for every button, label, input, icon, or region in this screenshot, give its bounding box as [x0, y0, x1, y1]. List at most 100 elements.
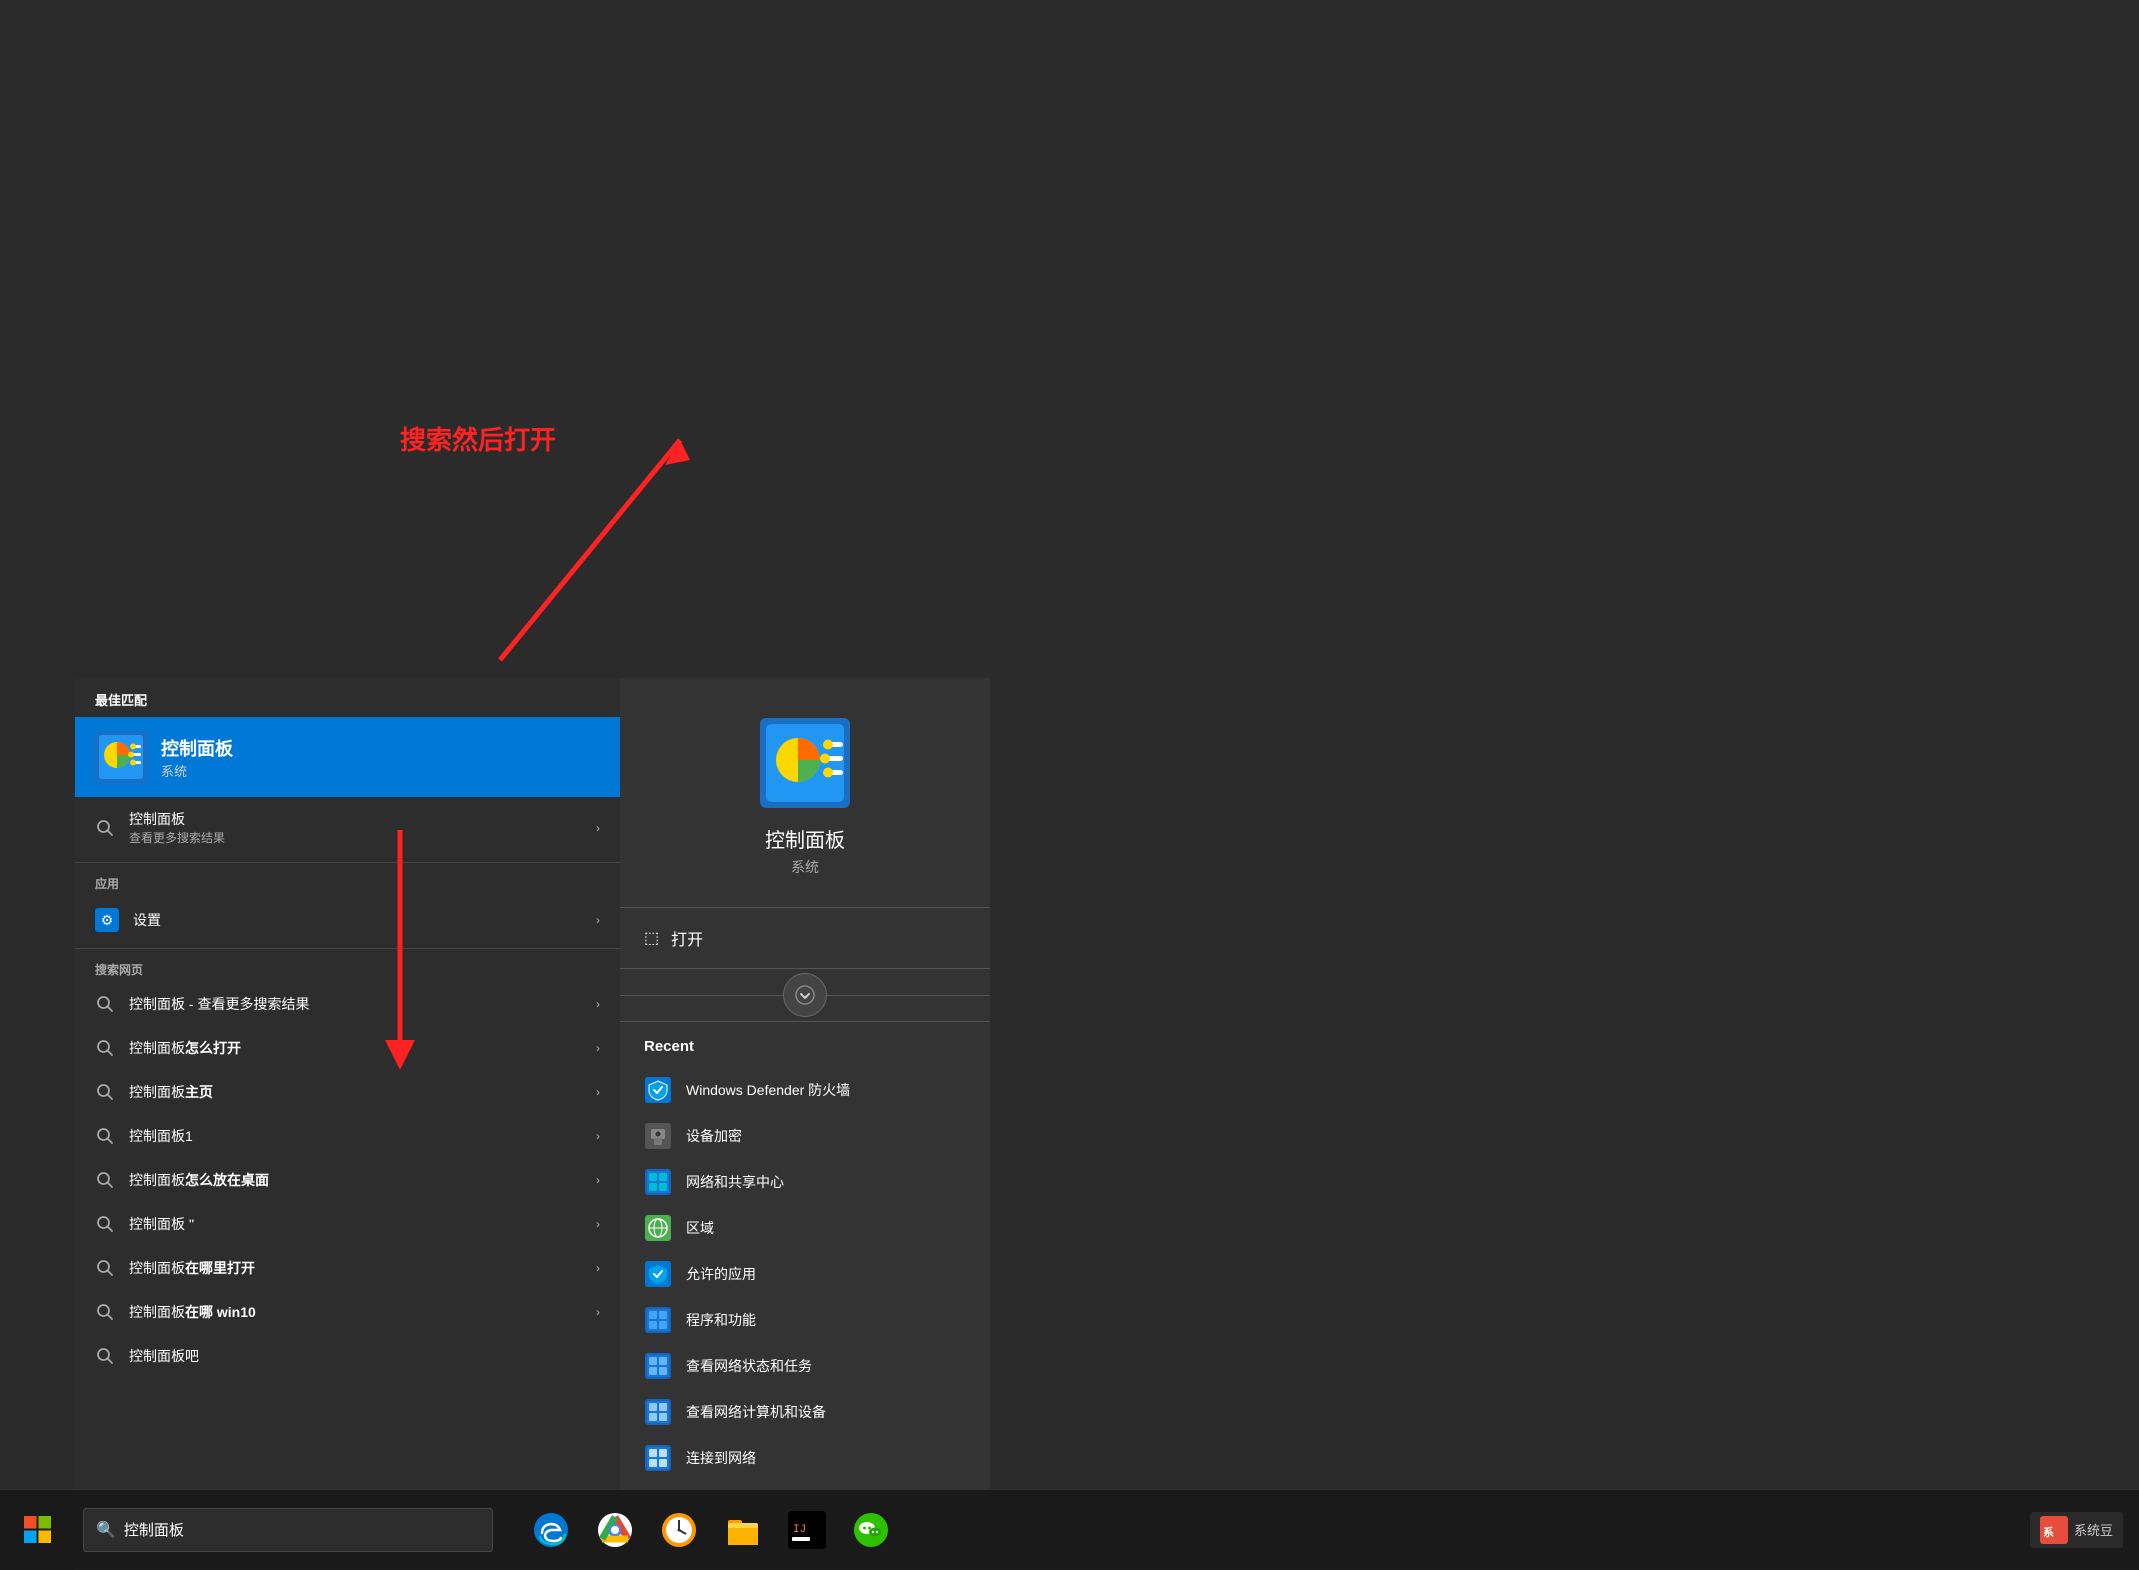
recent-item-8[interactable]: 连接到网络: [644, 1435, 966, 1481]
taskbar-ide[interactable]: IJ: [779, 1502, 835, 1558]
web-search-item-7[interactable]: 控制面板在哪 win10 ›: [75, 1290, 620, 1334]
logo-icon: 系: [2040, 1516, 2068, 1544]
system-tray: 系 系统豆: [2030, 1512, 2139, 1548]
tray-text: 系统豆: [2074, 1520, 2113, 1539]
start-button[interactable]: [0, 1490, 75, 1570]
search-icon: [95, 1258, 115, 1278]
recent-item-label: 允许的应用: [686, 1264, 756, 1284]
taskbar-chrome[interactable]: [587, 1502, 643, 1558]
chevron-right-icon: ›: [596, 821, 600, 835]
web-search-item-2[interactable]: 控制面板主页 ›: [75, 1070, 620, 1114]
divider2: [75, 948, 620, 949]
recent-item-3[interactable]: 区域: [644, 1205, 966, 1251]
app-preview: 控制面板 系统: [620, 678, 990, 907]
settings-row[interactable]: ⚙ 设置 ›: [75, 896, 620, 944]
folder-icon: [724, 1511, 762, 1549]
chevron-right-icon: ›: [596, 913, 600, 927]
clock-icon: [660, 1511, 698, 1549]
recent-item-4[interactable]: 允许的应用: [644, 1251, 966, 1297]
allow-apps-icon: [644, 1260, 672, 1288]
recent-item-2[interactable]: 网络和共享中心: [644, 1159, 966, 1205]
taskbar-edge[interactable]: [523, 1502, 579, 1558]
chevron-right-icon: ›: [596, 1305, 600, 1319]
web-search-item-5[interactable]: 控制面板 '' ›: [75, 1202, 620, 1246]
defender-icon: [644, 1076, 672, 1104]
taskbar-file-explorer[interactable]: [715, 1502, 771, 1558]
windows-logo-icon: [24, 1516, 52, 1544]
chevron-right-icon: ›: [596, 1261, 600, 1275]
recent-item-6[interactable]: 查看网络状态和任务: [644, 1343, 966, 1389]
recent-item-7[interactable]: 查看网络计算机和设备: [644, 1389, 966, 1435]
gear-icon: ⚙: [95, 908, 119, 932]
network-icon: [644, 1168, 672, 1196]
web-search-item-0[interactable]: 控制面板 - 查看更多搜索结果 ›: [75, 982, 620, 1026]
connect-network-icon: [644, 1444, 672, 1472]
network-computers-icon: [644, 1398, 672, 1426]
web-search-item-8[interactable]: 控制面板吧: [75, 1334, 620, 1378]
recent-item-label: 连接到网络: [686, 1448, 756, 1468]
recent-item-label: 网络和共享中心: [686, 1172, 784, 1192]
search-bar-text: 控制面板: [124, 1519, 184, 1540]
best-match-text: 控制面板 系统: [161, 735, 233, 780]
taskbar-search[interactable]: 🔍 控制面板: [83, 1508, 493, 1552]
web-search-item-4[interactable]: 控制面板怎么放在桌面 ›: [75, 1158, 620, 1202]
chevron-right-icon: ›: [596, 1129, 600, 1143]
recent-section: Recent Windows Defender 防火墙: [620, 1022, 990, 1489]
expand-line: [620, 995, 783, 996]
region-icon: [644, 1214, 672, 1242]
recent-item-0[interactable]: Windows Defender 防火墙: [644, 1067, 966, 1113]
search-icon: [95, 1214, 115, 1234]
open-action-button[interactable]: ⬚ 打开: [620, 908, 990, 968]
chevron-right-icon: ›: [596, 997, 600, 1011]
search-results-panel: 最佳匹配: [75, 678, 620, 1489]
ide-icon: IJ: [788, 1511, 826, 1549]
best-match-item[interactable]: 控制面板 系统: [75, 717, 620, 797]
chevron-right-icon: ›: [596, 1085, 600, 1099]
search-all-content: 控制面板 查看更多搜索结果: [129, 809, 225, 846]
search-icon: [95, 1346, 115, 1366]
network-status-icon: [644, 1352, 672, 1380]
control-panel-icon-large: [760, 718, 850, 808]
chevron-right-icon: ›: [596, 1041, 600, 1055]
expand-button[interactable]: [783, 973, 827, 1017]
recent-item-label: Windows Defender 防火墙: [686, 1080, 850, 1100]
best-match-subtitle: 系统: [161, 761, 233, 780]
chevron-right-icon: ›: [596, 1217, 600, 1231]
search-icon: [95, 1082, 115, 1102]
taskbar-apps: IJ: [523, 1502, 899, 1558]
best-match-title: 控制面板: [161, 735, 233, 761]
divider: [75, 862, 620, 863]
taskbar: 🔍 控制面板: [0, 1489, 2139, 1569]
search-icon: [95, 994, 115, 1014]
svg-text:IJ: IJ: [793, 1524, 806, 1536]
search-icon: [95, 818, 115, 838]
right-detail-panel: 控制面板 系统 ⬚ 打开 Recent: [620, 678, 990, 1489]
best-match-header: 最佳匹配: [75, 678, 620, 717]
programs-icon: [644, 1306, 672, 1334]
recent-item-5[interactable]: 程序和功能: [644, 1297, 966, 1343]
recent-item-label: 区域: [686, 1218, 714, 1238]
recent-item-label: 程序和功能: [686, 1310, 756, 1330]
web-search-item-6[interactable]: 控制面板在哪里打开 ›: [75, 1246, 620, 1290]
control-panel-icon-small: [95, 731, 147, 783]
web-search-item-1[interactable]: 控制面板怎么打开 ›: [75, 1026, 620, 1070]
external-link-icon: ⬚: [644, 928, 659, 948]
recent-item-label: 设备加密: [686, 1126, 742, 1146]
search-bar-icon: 🔍: [96, 1520, 116, 1540]
recent-title: Recent: [644, 1038, 966, 1055]
xitong-logo: 系 系统豆: [2030, 1512, 2123, 1548]
app-name-large: 控制面板: [765, 824, 845, 853]
search-icon: [95, 1302, 115, 1322]
wechat-icon: [852, 1511, 890, 1549]
taskbar-wechat[interactable]: [843, 1502, 899, 1558]
web-search-label: 搜索网页: [75, 953, 620, 982]
web-search-item-3[interactable]: 控制面板1 ›: [75, 1114, 620, 1158]
recent-item-label: 查看网络计算机和设备: [686, 1402, 826, 1422]
search-icon: [95, 1038, 115, 1058]
edge-icon: [532, 1511, 570, 1549]
svg-text:系: 系: [2043, 1525, 2054, 1539]
recent-item-1[interactable]: 设备加密: [644, 1113, 966, 1159]
taskbar-clock-app[interactable]: [651, 1502, 707, 1558]
search-all-row[interactable]: 控制面板 查看更多搜索结果 ›: [75, 797, 620, 858]
recent-item-label: 查看网络状态和任务: [686, 1356, 812, 1376]
